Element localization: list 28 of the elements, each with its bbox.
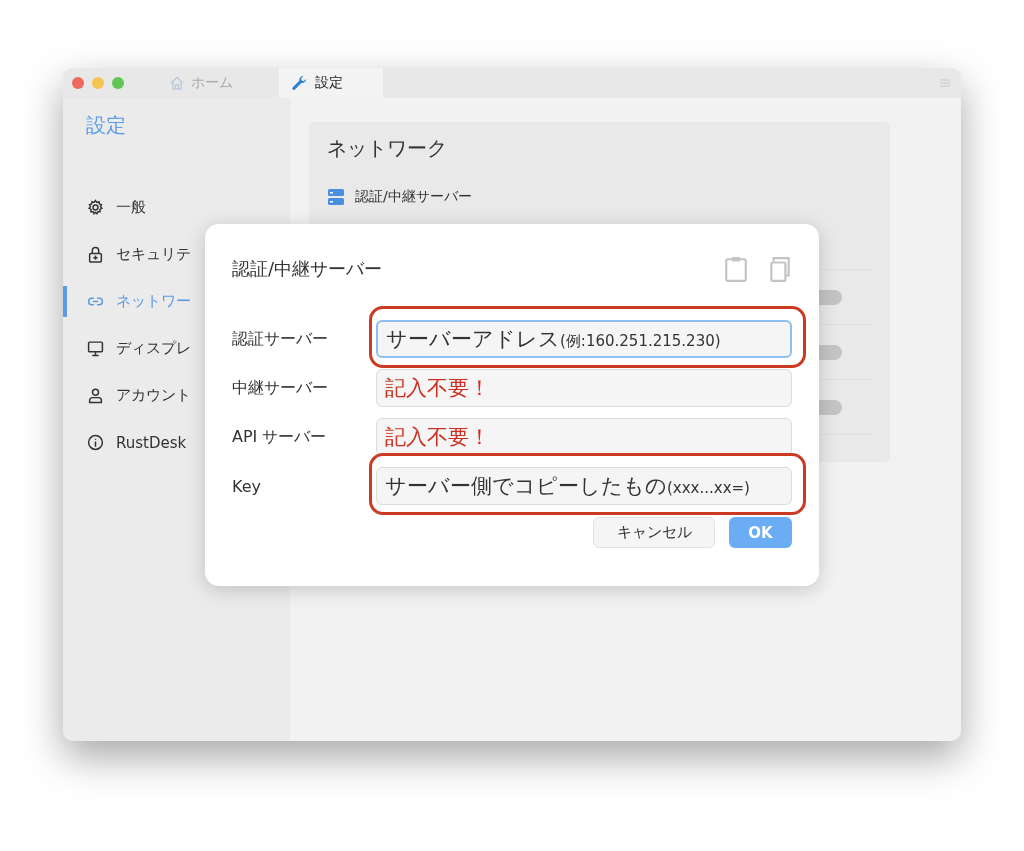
close-button[interactable] <box>72 77 84 89</box>
settings-row[interactable]: 認証/中継サーバー <box>327 188 872 206</box>
wrench-icon <box>291 74 309 92</box>
field-label: 中継サーバー <box>232 377 329 399</box>
zoom-button[interactable] <box>112 77 124 89</box>
field-label: API サーバー <box>232 426 328 448</box>
sidebar-item[interactable]: 一般 <box>63 192 290 223</box>
input-field[interactable]: サーバー側でコピーしたもの(xxx...xx=) <box>376 467 792 505</box>
cancel-button[interactable]: キャンセル <box>593 517 715 548</box>
monitor-icon <box>87 340 104 357</box>
lock-icon <box>87 246 104 263</box>
copy-icon[interactable] <box>768 256 792 282</box>
input-field[interactable]: 記入不要！ <box>376 418 792 456</box>
clipboard-icon[interactable] <box>724 256 748 282</box>
input-field[interactable]: 記入不要！ <box>376 369 792 407</box>
server-icon <box>327 188 345 206</box>
home-icon <box>169 75 185 91</box>
input-field[interactable]: サーバーアドレス(例:160.251.215.230) <box>376 320 792 358</box>
field-label: 認証サーバー <box>232 328 329 350</box>
dialog-title: 認証/中継サーバー <box>232 257 384 281</box>
minimize-button[interactable] <box>92 77 104 89</box>
sidebar-title: 設定 <box>86 112 127 139</box>
field-label: Key <box>232 476 262 496</box>
section-title: ネットワーク <box>327 135 448 162</box>
info-icon <box>87 434 104 451</box>
gear-icon <box>87 199 104 216</box>
tab[interactable]: 設定 <box>279 68 383 98</box>
person-icon <box>87 387 104 404</box>
